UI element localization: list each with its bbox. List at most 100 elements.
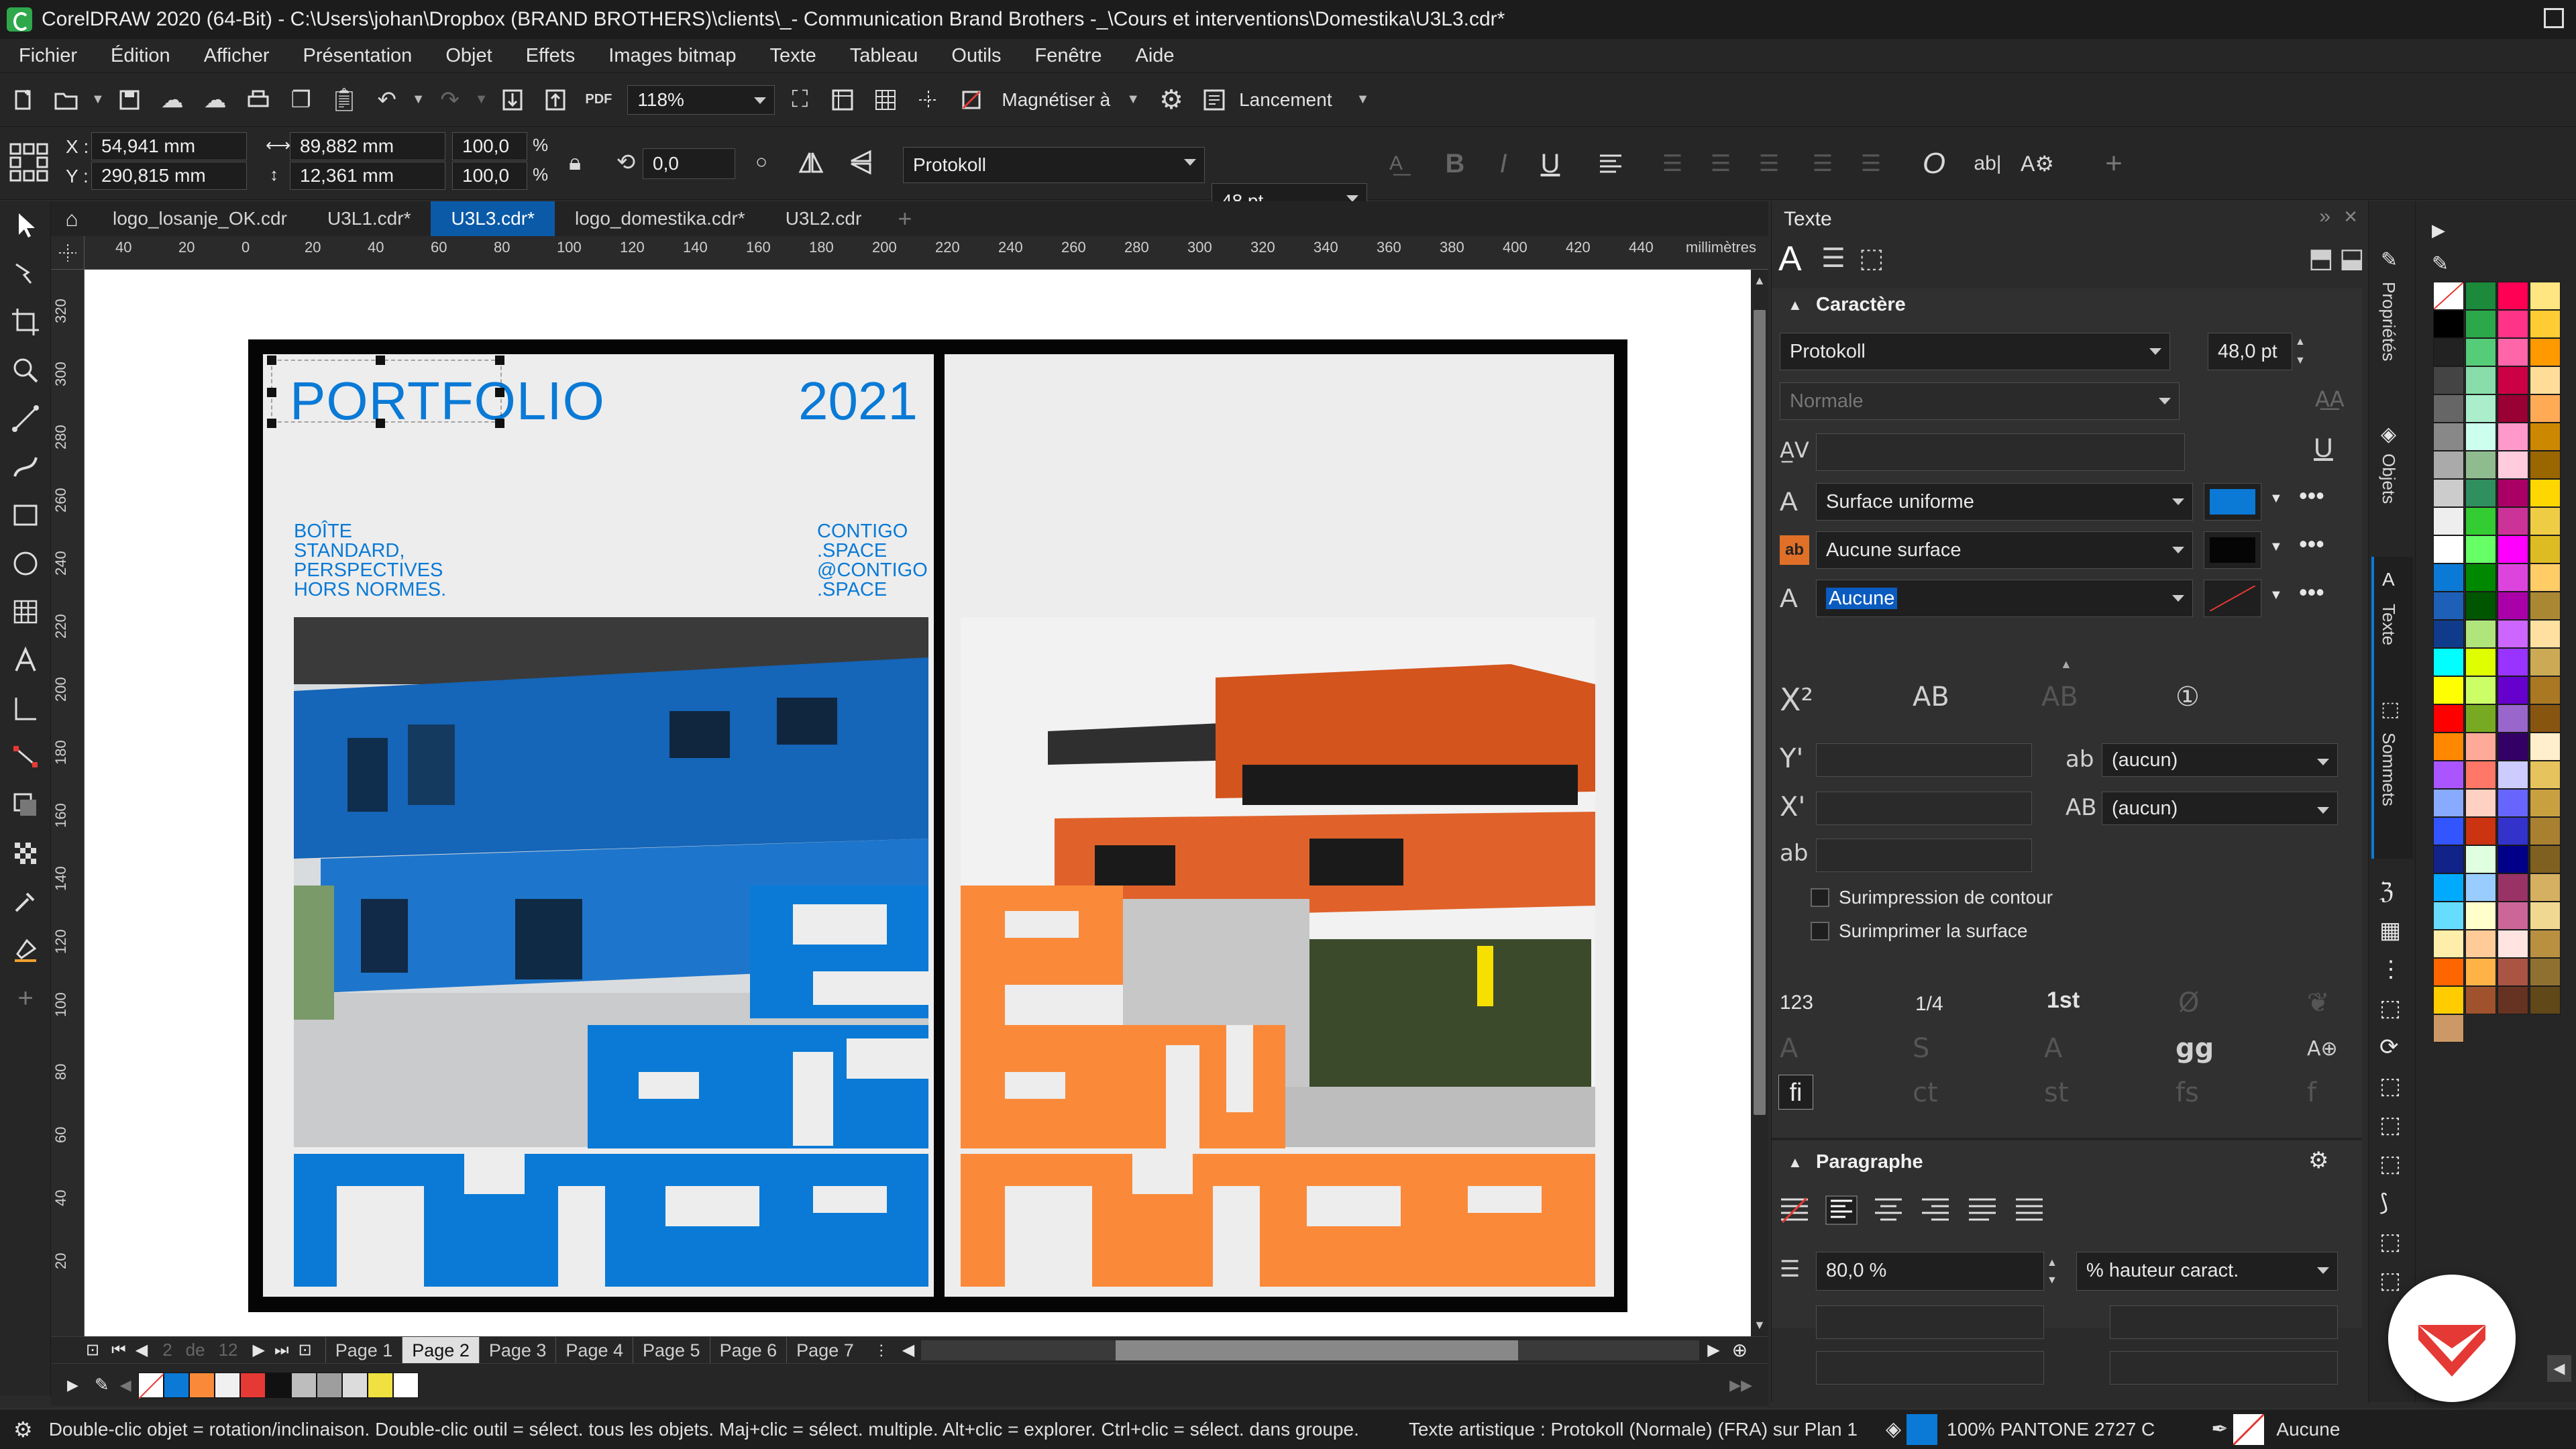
palette-swatch[interactable] [2498,704,2528,733]
stylistic-icon[interactable]: S [1913,1033,1929,1064]
docker-font-size-field[interactable]: 48,0 pt [2208,333,2292,370]
palette-swatch[interactable] [2498,451,2528,479]
align-text-icon[interactable] [1593,146,1629,182]
palette-swatch[interactable] [2433,817,2464,845]
palette-swatch[interactable] [2465,648,2496,676]
fill-color-picker[interactable] [2204,483,2261,521]
titling-icon[interactable]: A [2044,1033,2062,1064]
palette-swatch[interactable] [2465,564,2496,592]
doc-palette-scroll-right-icon[interactable]: ▶▶ [1729,1377,1752,1394]
palette-swatch[interactable] [2433,338,2464,366]
zoom-level-select[interactable]: 118% [627,85,775,115]
tab-texte[interactable]: Texte [2378,604,2399,645]
palette-expand-icon[interactable]: ▶ [2432,220,2445,241]
align-center-icon[interactable] [1872,1195,1904,1225]
doc-palette-swatch[interactable] [341,1372,368,1398]
page-tab-2[interactable]: Page 2 [402,1336,479,1364]
palette-swatch[interactable] [2498,479,2528,507]
palette-swatch[interactable] [2498,902,2528,930]
palette-swatch[interactable] [2530,310,2561,338]
table-tool-icon[interactable] [0,588,51,636]
palette-swatch[interactable] [2465,873,2496,902]
palette-swatch[interactable] [2530,564,2561,592]
export-pdf-icon[interactable]: PDF [580,82,616,118]
tab-proprietes[interactable]: Propriétés [2378,282,2399,362]
vertical-scrollbar[interactable]: ▲ ▼ [1751,270,1768,1336]
numerals-icon[interactable]: 123 [1780,991,1813,1014]
palette-swatch[interactable] [2530,451,2561,479]
palette-swatch[interactable] [2530,338,2561,366]
palette-swatch[interactable] [2433,620,2464,648]
text-properties-icon[interactable]: O [1916,146,1952,182]
poster-year[interactable]: 2021 [798,370,918,432]
pick-tool-icon[interactable] [0,201,51,250]
palette-swatch[interactable] [2498,676,2528,704]
palette-swatch[interactable] [2433,479,2464,507]
align-left-icon[interactable] [1825,1195,1858,1225]
edit-text-icon[interactable]: ab| [1970,146,2006,182]
full-screen-icon[interactable]: ⛶ [782,82,818,118]
import-icon[interactable] [494,82,531,118]
horizontal-ruler[interactable]: 40 20 0 20 40 60 80 100 120 140 160 180 200 220 240 260… [51,236,1768,270]
menu-edition[interactable]: Édition [111,45,170,67]
tab-u3l3[interactable]: U3L3.cdr* [431,201,555,236]
selection-handle[interactable] [376,419,385,428]
menu-effets[interactable]: Effets [526,45,576,67]
palette-swatch[interactable] [2530,789,2561,817]
artistic-media-tool-icon[interactable] [0,443,51,491]
palette-swatch[interactable] [2433,902,2464,930]
palette-swatch[interactable] [2433,366,2464,394]
tab-objets[interactable]: Objets [2378,453,2399,504]
palette-swatch[interactable] [2465,789,2496,817]
doc-palette-swatch[interactable] [138,1372,164,1399]
hscroll-right-icon[interactable]: ▶ [1707,1340,1719,1360]
palette-swatch[interactable] [2465,479,2496,507]
position-icon[interactable]: AB [2041,682,2078,712]
palette-swatch[interactable] [2498,958,2528,986]
palette-swatch[interactable] [2465,310,2496,338]
palette-swatch[interactable] [2530,676,2561,704]
palette-swatch[interactable] [2498,648,2528,676]
palette-swatch[interactable] [2465,394,2496,423]
frame-tab-icon[interactable]: ⬚ [1859,243,1884,274]
side-tool-icons[interactable]: ℨ ▦ ⋮ ⬚ ⟳ ⬚ ⬚ ⬚ ⟆ ⬚ ⬚ [2379,872,2402,1300]
ruler-origin-icon[interactable] [51,236,85,270]
rulers-icon[interactable] [824,82,861,118]
background-color-picker[interactable] [2204,531,2261,569]
palette-eyedropper-icon[interactable]: ✎ [2432,252,2449,276]
background-color-dropdown-icon[interactable]: ▼ [2269,539,2283,555]
line-spacing-unit-select[interactable]: % hauteur caract. [2076,1252,2338,1291]
new-document-icon[interactable] [5,82,42,118]
palette-swatch[interactable] [2433,310,2464,338]
crop-tool-icon[interactable] [0,298,51,346]
text-tool-icon[interactable] [0,636,51,684]
indent-field-3[interactable] [1816,1351,2044,1385]
text-size-icon[interactable]: A͟ [1378,146,1414,182]
page-tab-5[interactable]: Page 5 [633,1336,710,1364]
final-form-icon[interactable]: f [2307,1077,2316,1108]
palette-swatch[interactable] [2530,845,2561,873]
text-settings-icon[interactable]: A⚙ [2019,146,2055,182]
outline-select[interactable]: Aucune [1816,580,2193,617]
palette-swatch[interactable] [2465,704,2496,733]
selection-handle[interactable] [376,356,385,365]
vertical-ruler[interactable]: 320 300 280 260 240 220 200 180 160 140 120 100 80 60… [51,270,85,1336]
palette-swatch[interactable] [2530,704,2561,733]
y-position-field[interactable]: 290,815 mm [91,162,247,190]
fill-color-dropdown-icon[interactable]: ▼ [2269,491,2283,506]
character-angle-field[interactable] [1816,839,2032,872]
char-tab-icon[interactable]: A [1778,239,1802,279]
doc-palette-swatch[interactable] [265,1372,291,1398]
menu-afficher[interactable]: Afficher [204,45,270,67]
palette-swatch[interactable] [2530,592,2561,620]
palette-swatch[interactable] [2433,394,2464,423]
palette-swatch[interactable] [2465,761,2496,789]
fs-ligatures-icon[interactable]: fs [2176,1077,2199,1108]
palette-scroll-left-icon[interactable]: ◀ [2547,1355,2571,1382]
drop-cap-icon[interactable]: ☰ [1751,146,1787,182]
palette-swatch[interactable] [2498,845,2528,873]
palette-swatch[interactable] [2530,394,2561,423]
doc-palette-expand-icon[interactable]: ▶ [67,1377,78,1394]
palette-swatch[interactable] [2498,507,2528,535]
palette-swatch[interactable] [2465,423,2496,451]
